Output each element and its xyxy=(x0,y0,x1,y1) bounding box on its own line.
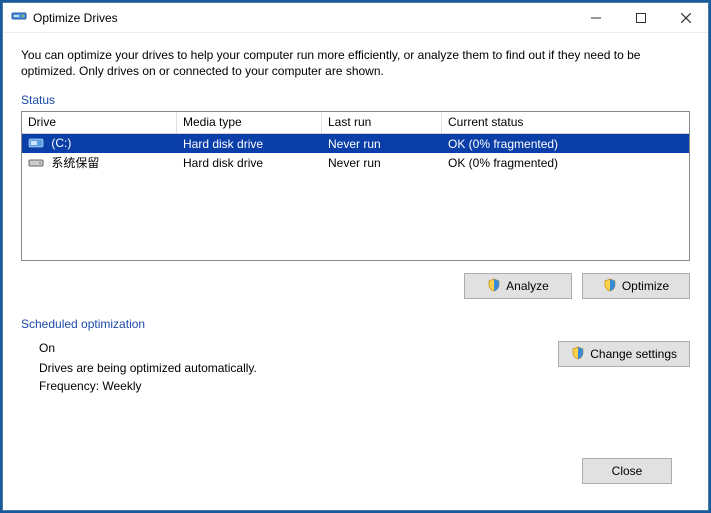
col-header-media[interactable]: Media type xyxy=(177,112,322,133)
shield-icon xyxy=(571,346,585,363)
scheduled-line2: Frequency: Weekly xyxy=(39,379,558,393)
scheduled-text: On Drives are being optimized automatica… xyxy=(39,341,558,397)
col-header-drive[interactable]: Drive xyxy=(22,112,177,133)
maximize-button[interactable] xyxy=(618,3,663,32)
footer: Close xyxy=(21,448,690,498)
description-text: You can optimize your drives to help you… xyxy=(21,47,690,79)
drive-media: Hard disk drive xyxy=(177,136,322,152)
drive-lastrun: Never run xyxy=(322,155,442,171)
close-label: Close xyxy=(612,464,643,478)
drive-icon xyxy=(28,157,44,172)
drive-row[interactable]: 系统保留 Hard disk drive Never run OK (0% fr… xyxy=(22,153,689,172)
optimize-button[interactable]: Optimize xyxy=(582,273,690,299)
scheduled-section: Scheduled optimization On Drives are bei… xyxy=(21,317,690,397)
titlebar: Optimize Drives xyxy=(3,3,708,33)
status-section-label: Status xyxy=(21,93,690,107)
close-button[interactable]: Close xyxy=(582,458,672,484)
drive-name: 系统保留 xyxy=(51,156,99,170)
drive-lastrun: Never run xyxy=(322,136,442,152)
drive-icon xyxy=(28,137,44,152)
window-title: Optimize Drives xyxy=(33,11,118,25)
analyze-label: Analyze xyxy=(506,279,549,293)
scheduled-state: On xyxy=(39,341,558,355)
action-button-row: Analyze Optimize xyxy=(21,273,690,299)
optimize-label: Optimize xyxy=(622,279,669,293)
shield-icon xyxy=(487,278,501,295)
minimize-button[interactable] xyxy=(573,3,618,32)
change-settings-label: Change settings xyxy=(590,347,677,361)
scheduled-label: Scheduled optimization xyxy=(21,317,690,331)
scheduled-line1: Drives are being optimized automatically… xyxy=(39,361,558,375)
drives-list[interactable]: Drive Media type Last run Current status… xyxy=(21,111,690,261)
list-header: Drive Media type Last run Current status xyxy=(22,112,689,134)
drive-row[interactable]: (C:) Hard disk drive Never run OK (0% fr… xyxy=(22,134,689,153)
optimize-drives-window: Optimize Drives You can optimize your dr… xyxy=(2,2,709,511)
content-area: You can optimize your drives to help you… xyxy=(3,33,708,510)
col-header-status[interactable]: Current status xyxy=(442,112,689,133)
analyze-button[interactable]: Analyze xyxy=(464,273,572,299)
drive-status: OK (0% fragmented) xyxy=(442,155,689,171)
app-icon xyxy=(11,8,27,27)
close-window-button[interactable] xyxy=(663,3,708,32)
change-settings-button[interactable]: Change settings xyxy=(558,341,690,367)
col-header-lastrun[interactable]: Last run xyxy=(322,112,442,133)
drive-name: (C:) xyxy=(51,136,71,150)
drive-media: Hard disk drive xyxy=(177,155,322,171)
drive-status: OK (0% fragmented) xyxy=(442,136,689,152)
shield-icon xyxy=(603,278,617,295)
